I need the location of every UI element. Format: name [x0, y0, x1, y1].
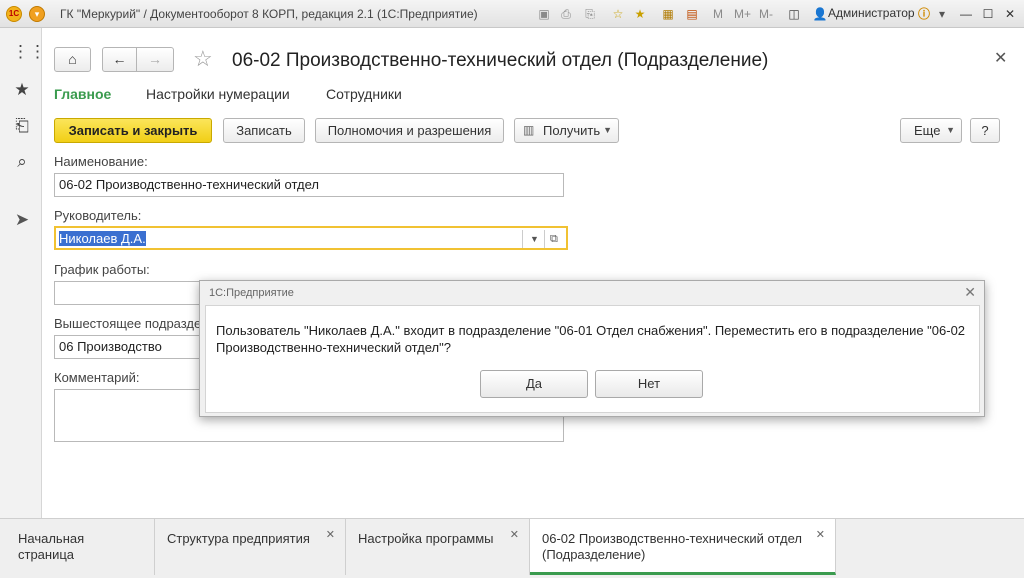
home-button[interactable]: ⌂ — [54, 47, 91, 72]
open-link-icon[interactable]: ⧉ — [550, 228, 558, 248]
favorites-icon[interactable]: ★ — [632, 6, 648, 22]
close-form-icon[interactable]: ✕ — [994, 48, 1007, 68]
dialog-close-icon[interactable]: ✕ — [964, 284, 976, 301]
tab-main[interactable]: Главное — [54, 86, 111, 102]
window-tab-label: Начальная страница — [18, 531, 85, 562]
back-button[interactable]: ← — [102, 47, 137, 72]
main-menu-button[interactable]: ▾ — [29, 6, 45, 22]
form-area: ⌂ ← → ☆ 06-02 Производственно-технически… — [43, 28, 1024, 518]
user-icon: 👤 — [812, 7, 828, 21]
yes-button[interactable]: Да — [480, 370, 588, 398]
get-button-label: Получить — [543, 123, 601, 138]
window-titlebar: 1С ▾ ГК "Меркурий" / Документооборот 8 К… — [0, 0, 1024, 28]
info-icon[interactable]: ⓘ — [916, 6, 932, 22]
window-tab-current-unit[interactable]: 06-02 Производственно-технический отдел … — [530, 519, 836, 575]
save-icon[interactable]: ▣ — [536, 6, 552, 22]
window-tab-label: 06-02 Производственно-технический отдел … — [542, 531, 802, 562]
maximize-icon[interactable]: ☐ — [980, 6, 996, 22]
window-tab-label: Структура предприятия — [167, 531, 310, 546]
close-tab-icon[interactable]: ✕ — [816, 527, 825, 543]
form-title: 06-02 Производственно-технический отдел … — [232, 50, 769, 71]
panels-icon[interactable]: ◫ — [786, 6, 802, 22]
confirm-dialog: 1С:Предприятие ✕ Пользователь "Николаев … — [199, 280, 985, 417]
more-button[interactable]: Еще ▼ — [900, 118, 962, 143]
close-window-icon[interactable]: ✕ — [1002, 6, 1018, 22]
permissions-button[interactable]: Полномочия и разрешения — [315, 118, 504, 143]
info-menu-chevron-icon[interactable]: ▾ — [934, 6, 950, 22]
memory-m-icon[interactable]: M — [710, 6, 726, 22]
1c-logo-icon: 1С — [6, 6, 22, 22]
help-button[interactable]: ? — [970, 118, 1000, 143]
link-icon[interactable]: ⎘ — [582, 6, 598, 22]
window-tab-label: Настройка программы — [358, 531, 494, 546]
minimize-icon[interactable]: — — [958, 6, 974, 22]
chevron-down-icon: ▼ — [946, 125, 955, 135]
document-icon: ▥ — [523, 123, 535, 137]
calculator-icon[interactable]: ▦ — [660, 6, 676, 22]
tab-numbering-settings[interactable]: Настройки нумерации — [146, 86, 290, 102]
get-dropdown-button[interactable]: ▥ Получить ▼ — [514, 118, 619, 143]
window-title: ГК "Меркурий" / Документооборот 8 КОРП, … — [60, 7, 478, 21]
memory-minus-icon[interactable]: M- — [758, 6, 774, 22]
print-icon[interactable]: ⎙ — [558, 6, 574, 22]
calendar-icon[interactable]: ▤ — [684, 6, 700, 22]
left-panel: ⋮⋮ ★ ⎗ ⌕ ➤ — [0, 28, 46, 518]
dialog-title: 1С:Предприятие — [209, 287, 294, 299]
memory-plus-icon[interactable]: M+ — [734, 6, 751, 22]
window-tab-home[interactable]: Начальная страница — [6, 519, 155, 575]
forward-button[interactable]: → — [136, 47, 174, 72]
dialog-body: Пользователь "Николаев Д.А." входит в по… — [205, 305, 980, 413]
schedule-label: График работы: — [54, 262, 150, 277]
head-field[interactable]: Николаев Д.А. ▼ ⧉ — [54, 226, 568, 250]
close-tab-icon[interactable]: ✕ — [326, 527, 335, 543]
close-tab-icon[interactable]: ✕ — [510, 527, 519, 543]
sections-grid-icon[interactable]: ⋮⋮ — [12, 42, 46, 62]
dialog-message: Пользователь "Николаев Д.А." входит в по… — [216, 323, 966, 355]
mouse-cursor-icon: ➤ — [14, 210, 30, 229]
save-button[interactable]: Записать — [223, 118, 305, 143]
name-label: Наименование: — [54, 154, 148, 169]
name-field[interactable]: 06-02 Производственно-технический отдел — [54, 173, 564, 197]
no-button[interactable]: Нет — [595, 370, 703, 398]
window-tab-structure[interactable]: Структура предприятия ✕ — [155, 519, 346, 575]
chevron-down-icon: ▼ — [603, 125, 612, 135]
divider — [544, 230, 545, 248]
head-label: Руководитель: — [54, 208, 142, 223]
favorites-add-icon[interactable]: ☆ — [610, 6, 626, 22]
more-button-label: Еще — [914, 123, 941, 138]
current-user[interactable]: Администратор — [828, 6, 915, 20]
history-icon[interactable]: ⎗ — [12, 116, 32, 136]
window-tab-settings[interactable]: Настройка программы ✕ — [346, 519, 530, 575]
open-windows-bar: Начальная страница Структура предприятия… — [0, 518, 1024, 578]
divider — [522, 230, 523, 248]
head-field-value: Николаев Д.А. — [59, 231, 146, 246]
tab-employees[interactable]: Сотрудники — [326, 86, 402, 102]
favorites-star-icon[interactable]: ★ — [12, 80, 32, 100]
comment-label: Комментарий: — [54, 370, 140, 385]
head-dropdown-chevron-icon[interactable]: ▼ — [530, 228, 539, 248]
add-to-favorites-star-icon[interactable]: ☆ — [193, 47, 213, 71]
save-and-close-button[interactable]: Записать и закрыть — [54, 118, 212, 143]
search-icon[interactable]: ⌕ — [12, 152, 32, 172]
